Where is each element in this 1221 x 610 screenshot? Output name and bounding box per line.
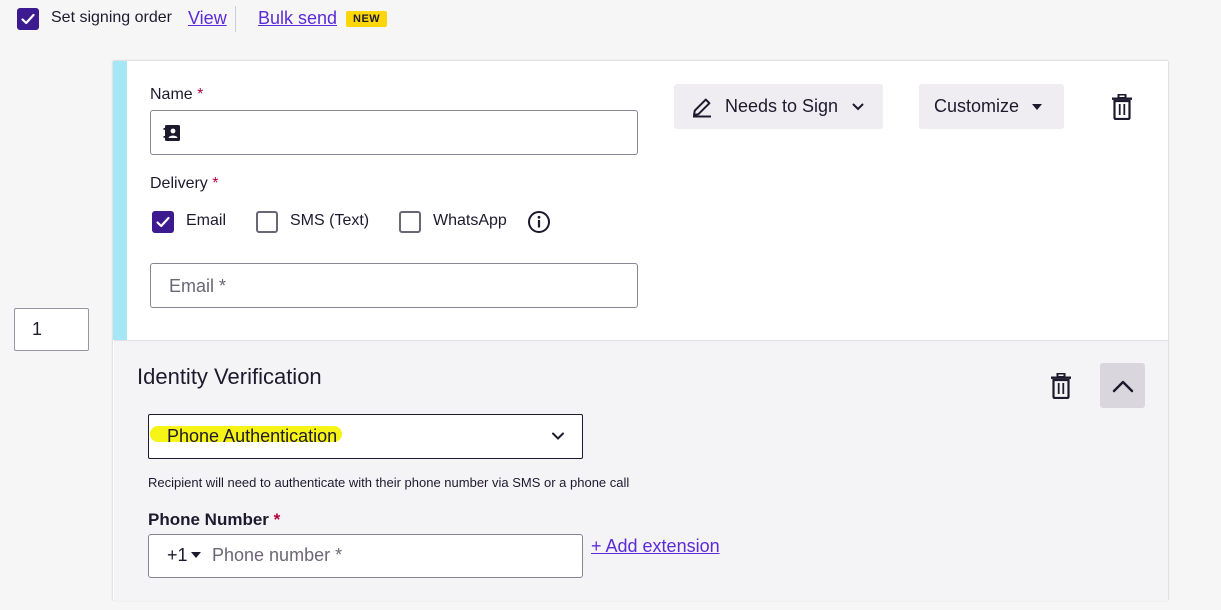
required-mark: * xyxy=(273,510,281,529)
needs-to-sign-label: Needs to Sign xyxy=(725,96,839,116)
contact-card-icon[interactable] xyxy=(163,123,183,143)
caret-down-icon xyxy=(1032,103,1043,110)
view-link[interactable]: View xyxy=(188,8,227,29)
add-extension-link[interactable]: + Add extension xyxy=(591,536,720,557)
pencil-icon xyxy=(693,98,711,117)
name-input[interactable] xyxy=(150,110,638,155)
sms-option-label[interactable]: SMS (Text) xyxy=(290,212,369,230)
email-input[interactable]: Email * xyxy=(150,263,638,308)
trash-icon[interactable] xyxy=(1050,373,1072,399)
email-checkbox[interactable] xyxy=(152,211,174,233)
verification-method-value: Phone Authentication xyxy=(167,426,338,446)
sms-checkbox[interactable] xyxy=(256,211,278,233)
check-icon xyxy=(156,216,170,228)
needs-to-sign-button[interactable]: Needs to Sign xyxy=(674,84,883,129)
caret-down-icon[interactable] xyxy=(191,551,201,559)
delivery-label: Delivery * xyxy=(150,175,219,192)
collapse-button[interactable] xyxy=(1100,363,1145,408)
set-signing-order-checkbox[interactable] xyxy=(17,8,39,30)
set-signing-order-label: Set signing order xyxy=(51,9,172,26)
email-option-label[interactable]: Email xyxy=(186,212,226,230)
whatsapp-checkbox[interactable] xyxy=(399,211,421,233)
name-label: Name * xyxy=(150,86,204,103)
toolbar-divider xyxy=(235,6,236,32)
required-mark: * xyxy=(212,175,219,192)
phone-number-placeholder: Phone number * xyxy=(212,545,343,565)
info-icon[interactable] xyxy=(527,210,551,234)
customize-button[interactable]: Customize xyxy=(919,84,1064,129)
chevron-down-icon xyxy=(552,432,564,440)
required-mark: * xyxy=(197,86,204,103)
chevron-down-icon xyxy=(852,103,864,110)
customize-label: Customize xyxy=(934,96,1020,116)
country-code-selector[interactable]: +1 xyxy=(167,545,188,566)
check-icon xyxy=(21,13,35,25)
verification-helper-text: Recipient will need to authenticate with… xyxy=(148,475,630,490)
chevron-up-icon xyxy=(1112,380,1133,392)
phone-number-label: Phone Number * xyxy=(148,510,281,529)
identity-verification-title: Identity Verification xyxy=(137,364,322,389)
trash-icon[interactable] xyxy=(1111,94,1133,120)
recipient-color-bar xyxy=(113,61,127,340)
new-badge: NEW xyxy=(346,11,388,27)
signing-order-input[interactable]: 1 xyxy=(14,308,89,351)
bulk-send-link[interactable]: Bulk send xyxy=(258,8,337,29)
whatsapp-option-label[interactable]: WhatsApp xyxy=(433,212,507,230)
